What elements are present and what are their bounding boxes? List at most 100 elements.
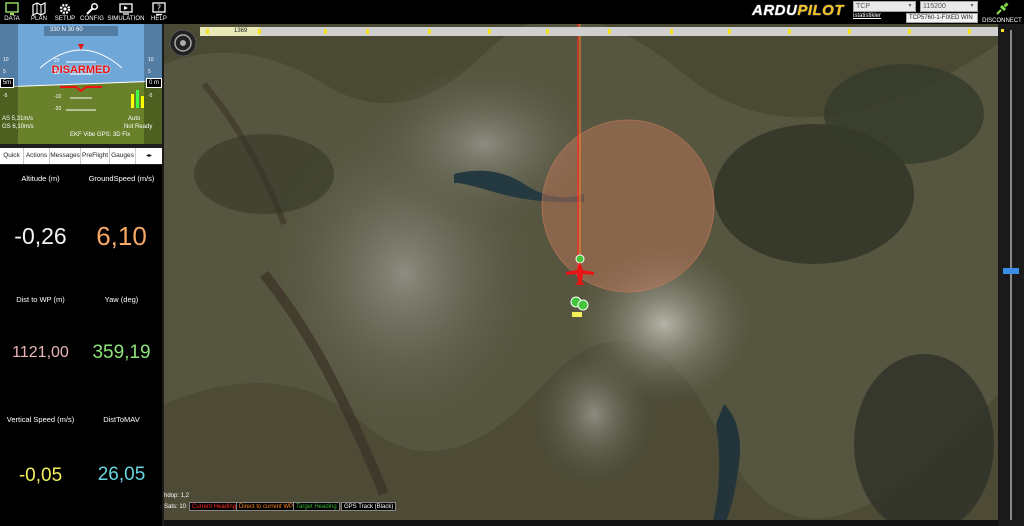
zoom-marker bbox=[1001, 29, 1004, 32]
speed-tick: 5 bbox=[3, 69, 6, 75]
plug-icon bbox=[996, 2, 1009, 15]
alt-tick: -5 bbox=[148, 93, 153, 99]
timeline-marker[interactable] bbox=[788, 29, 791, 34]
home-marker-2[interactable] bbox=[577, 299, 589, 311]
alt-tick: 10 bbox=[148, 57, 154, 63]
hud-gs-readout: GS 6,10m/s bbox=[2, 124, 34, 130]
map-zoom-slider[interactable] bbox=[998, 24, 1024, 526]
timeline-marker[interactable] bbox=[546, 29, 549, 34]
quick-label-vertical-speed: Vertical Speed (m/s) bbox=[6, 415, 75, 424]
timeline-marker[interactable] bbox=[968, 29, 971, 34]
waypoint-marker[interactable] bbox=[575, 254, 585, 264]
wrench-icon bbox=[86, 2, 99, 15]
timeline-label: 1369 bbox=[234, 28, 248, 34]
pitch-label: -10 bbox=[54, 94, 62, 100]
timeline-marker[interactable] bbox=[488, 29, 491, 34]
menu-plan-label: PLAN bbox=[30, 16, 48, 22]
quick-value-altitude: -0,26 bbox=[14, 223, 67, 249]
device-value: TCP5760-1-FIXED WIN bbox=[909, 15, 973, 21]
gear-icon bbox=[59, 3, 71, 15]
timeline-marker[interactable] bbox=[908, 29, 911, 34]
menu-config-button[interactable]: CONFIG bbox=[79, 0, 105, 24]
map-icon bbox=[32, 2, 46, 16]
hud-as-readout: AS 5,31m/s bbox=[2, 116, 34, 122]
tab-gauges[interactable]: Gauges bbox=[110, 148, 136, 164]
pitch-label: 10 bbox=[54, 70, 60, 76]
zoom-slider-thumb[interactable] bbox=[1003, 268, 1019, 274]
quick-label-dist-to-mav: DistToMAV bbox=[103, 415, 140, 424]
tab-actions[interactable]: Actions bbox=[24, 148, 50, 164]
menu-data-label: DATA bbox=[4, 16, 20, 22]
baud-rate-select[interactable]: 115200 ▾ bbox=[920, 1, 978, 12]
simulation-icon bbox=[119, 3, 133, 15]
timeline-marker[interactable] bbox=[258, 29, 261, 34]
menu-config-label: CONFIG bbox=[80, 16, 104, 22]
logo-part1: ARDU bbox=[752, 2, 798, 19]
legend-current-heading: Current Heading bbox=[189, 502, 240, 511]
legend-gps-track: GPS Track (Black) bbox=[341, 502, 397, 511]
legend-direct-to-wp: Direct to current WP bbox=[236, 502, 297, 511]
map-compass-icon[interactable] bbox=[168, 28, 198, 58]
timeline-marker[interactable] bbox=[324, 29, 327, 34]
hud-status-banner: DISARMED bbox=[51, 64, 111, 76]
disconnect-button[interactable]: DISCONNECT bbox=[980, 0, 1024, 24]
hud-ready-readout: Not Ready bbox=[124, 124, 153, 130]
quick-value-groundspeed: 6,10 bbox=[96, 221, 147, 251]
hud-mode-readout: Auto bbox=[128, 116, 141, 122]
quick-label-groundspeed: GroundSpeed (m/s) bbox=[88, 174, 155, 183]
help-icon: ? bbox=[152, 2, 166, 16]
quick-panel: Altitude (m) GroundSpeed (m/s) -0,26 6,1… bbox=[0, 165, 162, 526]
logo-part2: PILOT bbox=[797, 2, 845, 19]
waypoint-radius-circle bbox=[541, 119, 715, 293]
menu-setup-button[interactable]: SETUP bbox=[53, 0, 77, 24]
hud-speed-ticks: 10 5 -5 bbox=[3, 54, 9, 102]
timeline-progress bbox=[200, 27, 260, 36]
quick-label-dist-to-wp: Dist to WP (m) bbox=[16, 295, 65, 304]
speed-tick: 10 bbox=[3, 57, 9, 63]
hdop-readout: hdop: 1,2 bbox=[164, 493, 190, 499]
hud-display: 330 N 30 60 DISARMED 5m 0 m 10 5 -5 10 5… bbox=[0, 24, 162, 144]
device-select[interactable]: TCP5760-1-FIXED WIN bbox=[906, 13, 978, 23]
timeline-marker[interactable] bbox=[670, 29, 673, 34]
hud-ekf-readout: EKF Vibe GPS: 3D Fix bbox=[70, 132, 131, 138]
connection-type-select[interactable]: TCP ▾ bbox=[853, 1, 916, 12]
map-status-strip bbox=[164, 520, 998, 526]
quick-value-yaw: 359,19 bbox=[92, 342, 151, 363]
timeline-marker[interactable] bbox=[848, 29, 851, 34]
mission-timeline[interactable]: 1369 bbox=[200, 27, 1000, 36]
menu-plan-button[interactable]: PLAN bbox=[27, 0, 51, 24]
home-label-marker bbox=[572, 312, 582, 317]
timeline-marker[interactable] bbox=[206, 29, 209, 34]
menu-simulation-button[interactable]: SIMULATION bbox=[107, 0, 145, 24]
menu-help-button[interactable]: ? HELP bbox=[148, 0, 170, 24]
timeline-marker[interactable] bbox=[608, 29, 611, 34]
top-menu-bar: DATA PLAN SETUP CONFIG SIMULATION ? HELP… bbox=[0, 0, 1024, 24]
left-panel: 330 N 30 60 DISARMED 5m 0 m 10 5 -5 10 5… bbox=[0, 24, 162, 526]
chevron-down-icon: ▾ bbox=[970, 3, 974, 9]
speed-tick: -5 bbox=[3, 93, 8, 99]
timeline-marker[interactable] bbox=[428, 29, 431, 34]
sats-readout: Sats: 10 bbox=[164, 504, 187, 510]
tab-quick[interactable]: Quick bbox=[0, 148, 24, 164]
timeline-marker[interactable] bbox=[728, 29, 731, 34]
chevron-right-icon[interactable]: ▸ bbox=[149, 153, 152, 159]
menu-simulation-label: SIMULATION bbox=[107, 16, 145, 22]
statistics-link[interactable]: istatistikler bbox=[853, 13, 881, 19]
timeline-marker[interactable] bbox=[366, 29, 369, 34]
menu-help-label: HELP bbox=[150, 16, 168, 22]
zoom-slider-track bbox=[1010, 30, 1012, 520]
quick-label-yaw: Yaw (deg) bbox=[104, 295, 139, 304]
mission-planner-window: DATA PLAN SETUP CONFIG SIMULATION ? HELP… bbox=[0, 0, 1024, 526]
quick-value-dist-to-wp: 1121,00 bbox=[12, 344, 69, 361]
hud-heading-tape: 330 N 30 60 bbox=[50, 27, 83, 33]
map-view[interactable] bbox=[164, 24, 998, 526]
svg-text:?: ? bbox=[157, 4, 161, 13]
satellite-map bbox=[164, 24, 998, 526]
tab-messages[interactable]: Messages bbox=[50, 148, 81, 164]
connection-type-value: TCP bbox=[856, 3, 870, 10]
tab-scroll-arrows[interactable]: ◂▸ bbox=[136, 148, 162, 164]
menu-data-button[interactable]: DATA bbox=[0, 0, 24, 24]
tab-preflight[interactable]: PreFlight bbox=[81, 148, 110, 164]
baud-rate-value: 115200 bbox=[923, 3, 946, 10]
ardupilot-logo: ARDUPILOT bbox=[752, 2, 844, 19]
